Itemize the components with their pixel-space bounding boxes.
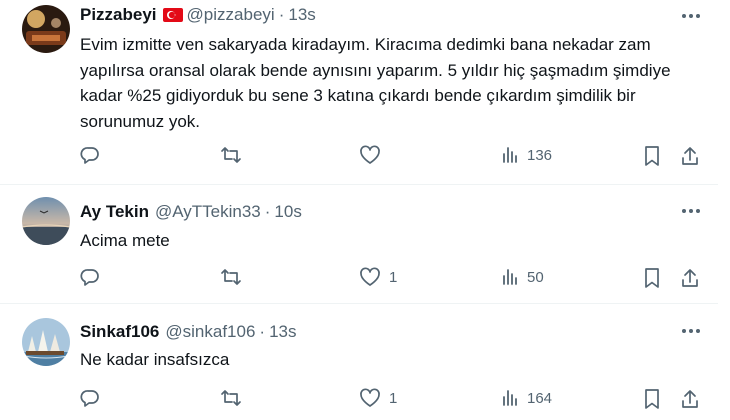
reply-icon [80,390,99,407]
views-icon [503,269,517,285]
retweet-button[interactable] [220,267,250,287]
display-name[interactable]: Ay Tekin [80,202,149,222]
share-button[interactable] [680,388,700,410]
tweet-text: Evim izmitte ven sakaryada kiradayım. Ki… [80,35,671,131]
views-count: 136 [527,146,553,164]
tweet-text: Ne kadar insafsızca [80,350,230,369]
handle[interactable]: @AyTTekin33 [155,202,261,222]
handle[interactable]: @pizzabeyi [187,5,275,25]
reply-icon [80,147,99,164]
timestamp[interactable]: 13s [269,322,296,342]
views-icon [503,390,517,406]
share-icon [682,147,698,165]
retweet-icon [221,147,241,163]
bookmark-button[interactable] [643,388,661,410]
avatar[interactable] [22,318,70,366]
handle[interactable]: @sinkaf106 [165,322,255,342]
more-icon[interactable] [680,200,702,222]
avatar[interactable] [22,5,70,53]
display-name[interactable]: Pizzabeyi [80,5,157,25]
separator-dot: · [264,202,271,221]
share-icon [682,269,698,287]
like-count: 1 [389,268,398,286]
turkey-flag-icon [162,8,183,22]
reply-icon [80,269,99,286]
bookmark-icon [645,389,659,409]
reply-button[interactable] [80,267,108,287]
tweet-2[interactable]: Ay Tekin @AyTTekin33 · 10s Acima mete 1 … [0,185,730,303]
like-icon [360,145,380,164]
bookmark-button[interactable] [643,145,661,167]
views-count: 164 [527,389,553,407]
more-icon[interactable] [680,5,702,27]
retweet-button[interactable] [220,145,250,165]
separator-dot: · [259,322,266,341]
reply-button[interactable] [80,145,108,165]
share-button[interactable] [680,145,700,167]
avatar[interactable] [22,197,70,245]
views-button[interactable]: 164 [501,388,552,408]
like-count: 1 [389,389,398,407]
views-button[interactable]: 136 [501,145,552,165]
retweet-icon [221,390,241,406]
views-count: 50 [527,268,544,286]
more-icon[interactable] [680,320,702,342]
retweet-icon [221,269,241,285]
like-icon [360,388,380,407]
like-button[interactable]: 1 [359,388,397,408]
like-icon [360,267,380,286]
retweet-button[interactable] [220,388,250,408]
bookmark-button[interactable] [643,267,661,289]
tweet-1[interactable]: Pizzabeyi @pizzabeyi · 13s Evim izmitte … [0,0,730,184]
timestamp[interactable]: 13s [288,5,315,25]
display-name[interactable]: Sinkaf106 [80,322,159,342]
share-button[interactable] [680,267,700,289]
reply-button[interactable] [80,388,108,408]
tweet-3[interactable]: Sinkaf106 @sinkaf106 · 13s Ne kadar insa… [0,304,730,420]
like-button[interactable]: 1 [359,267,397,287]
timestamp[interactable]: 10s [274,202,301,222]
like-button[interactable] [359,145,389,165]
bookmark-icon [645,146,659,166]
bookmark-icon [645,268,659,288]
views-button[interactable]: 50 [501,267,544,287]
tweet-text: Acima mete [80,231,170,250]
share-icon [682,390,698,408]
separator-dot: · [278,5,285,24]
views-icon [503,147,517,163]
